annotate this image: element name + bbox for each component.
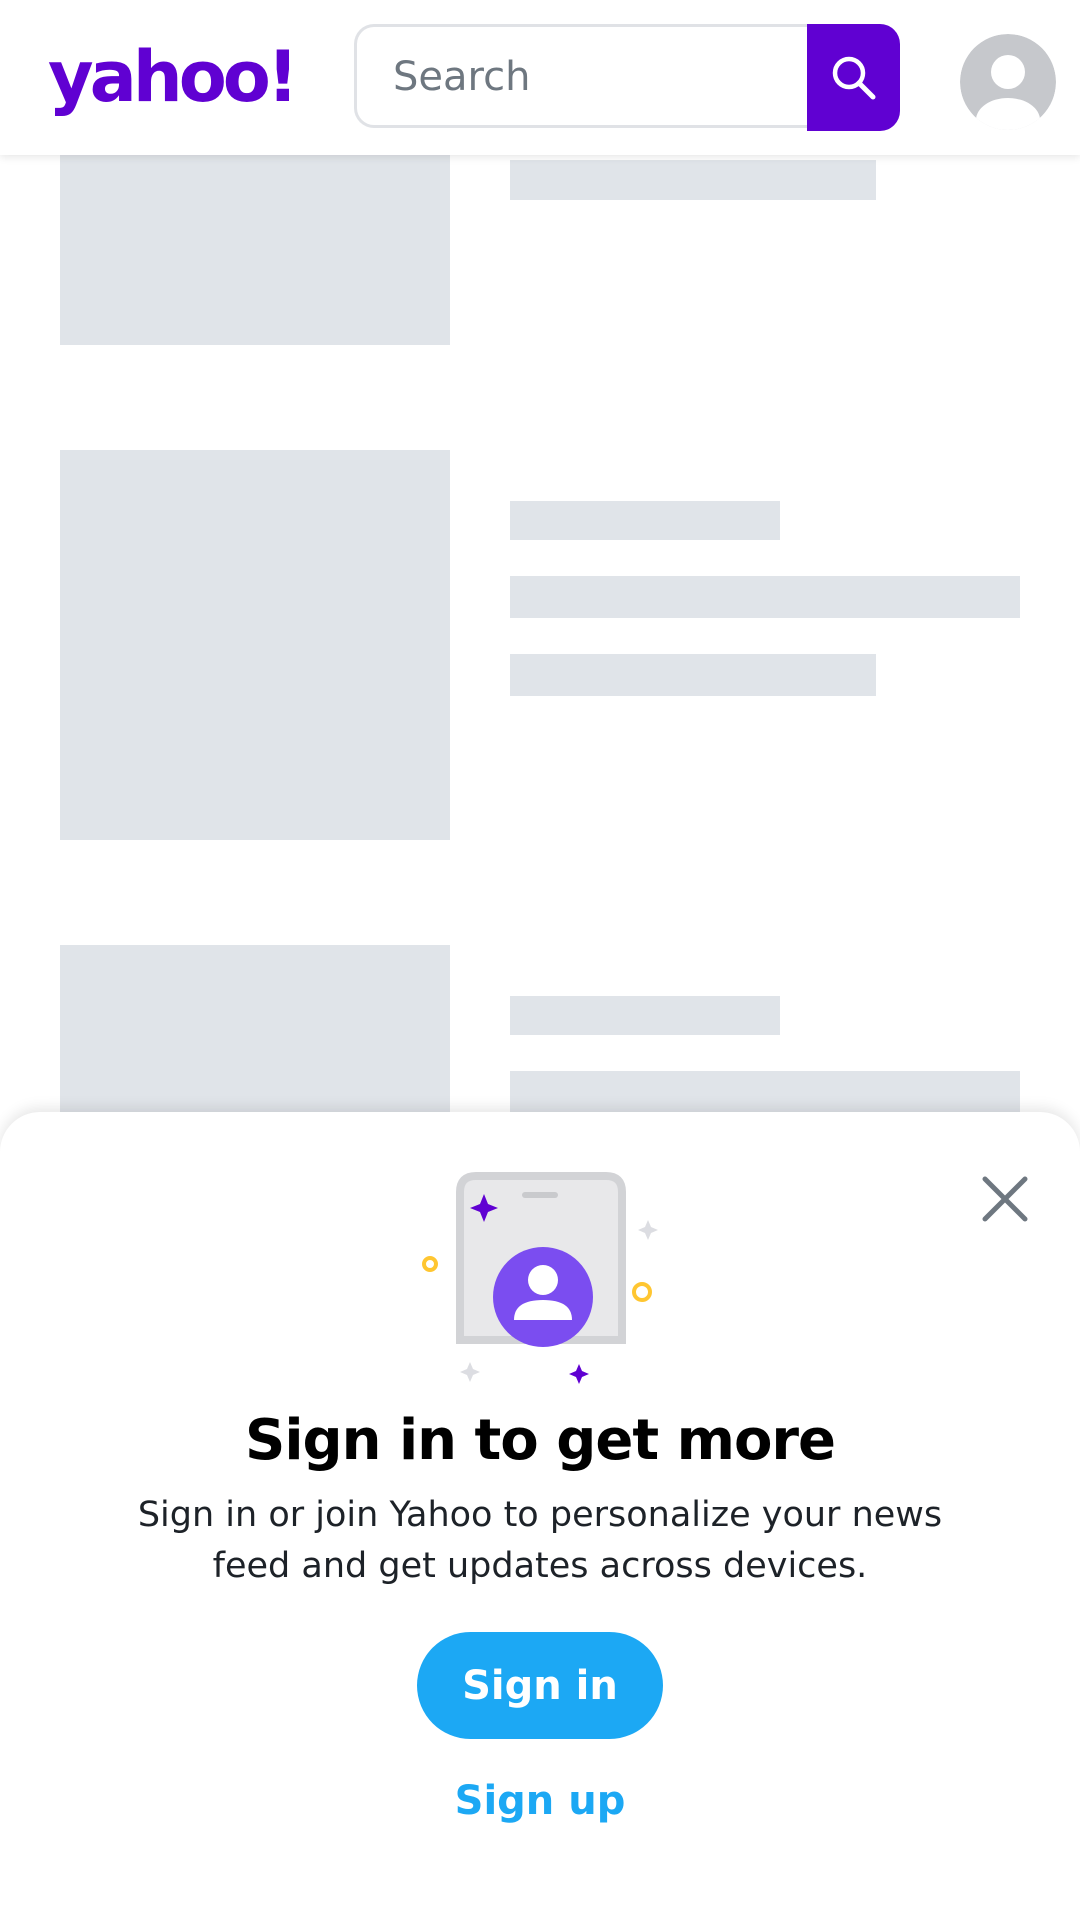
user-avatar-icon — [960, 34, 1056, 130]
search-button[interactable] — [807, 24, 900, 131]
profile-circle — [493, 1247, 593, 1347]
phone-speaker — [522, 1192, 558, 1198]
thumbnail-placeholder — [60, 150, 450, 345]
sparkle-icon — [569, 1364, 589, 1384]
sparkle-icon — [460, 1362, 480, 1382]
text-line-placeholder — [510, 576, 1020, 618]
text-line-placeholder — [510, 160, 876, 200]
ring-decoration — [632, 1282, 652, 1302]
signin-button[interactable]: Sign in — [417, 1632, 663, 1739]
sheet-title: Sign in to get more — [244, 1408, 836, 1473]
search-box[interactable] — [354, 24, 808, 128]
sparkle-icon — [638, 1220, 658, 1240]
ring-decoration — [422, 1256, 438, 1272]
thumbnail-placeholder — [60, 450, 450, 840]
text-line-placeholder — [510, 654, 876, 696]
phone-profile-illustration — [422, 1172, 658, 1384]
search-icon — [832, 56, 875, 99]
close-icon — [982, 1176, 1028, 1222]
yahoo-logo[interactable]: yahoo! — [44, 34, 316, 124]
signin-bottom-sheet: Sign in to get more Sign in or join Yaho… — [0, 1112, 1080, 1920]
yahoo-logo-text: yahoo! — [48, 36, 295, 118]
text-line-placeholder — [510, 501, 780, 540]
sheet-description: Sign in or join Yahoo to personalize you… — [137, 1495, 943, 1586]
close-button[interactable] — [974, 1168, 1036, 1230]
signup-link[interactable]: Sign up — [0, 1778, 1080, 1824]
top-header: yahoo! — [0, 0, 1080, 155]
text-line-placeholder — [510, 996, 780, 1035]
search-input[interactable] — [391, 27, 795, 127]
user-avatar-button[interactable] — [960, 34, 1056, 130]
